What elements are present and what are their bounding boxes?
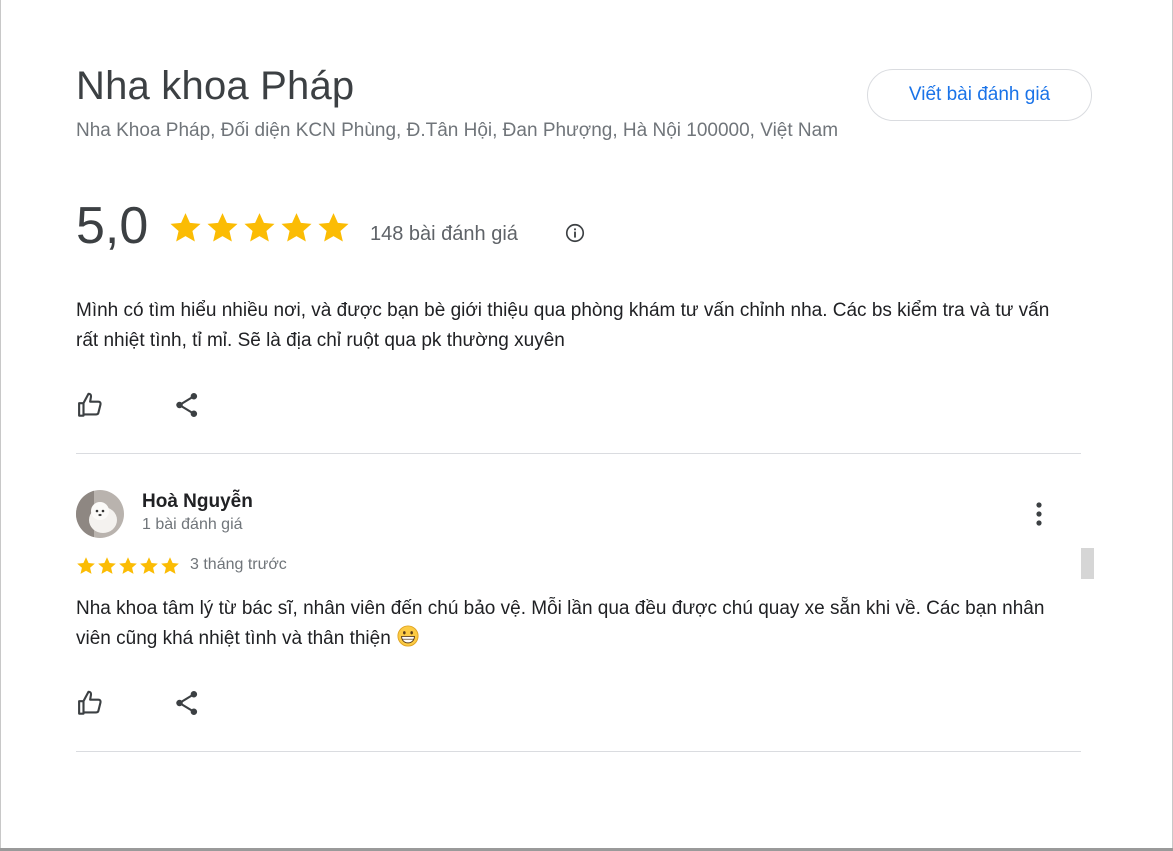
star-icon [281,213,312,242]
grinning-face-emoji-icon [397,625,419,647]
average-rating: 5,0 [76,197,149,255]
place-address: Nha Khoa Pháp, Đối diện KCN Phùng, Đ.Tân… [76,120,839,141]
review-text: Nha khoa tâm lý từ bác sĩ, nhân viên đến… [76,598,1045,649]
share-icon[interactable] [172,688,202,718]
review-text-container: Nha khoa tâm lý từ bác sĩ, nhân viên đến… [76,594,1061,654]
star-icon [119,557,137,574]
avatar[interactable] [76,490,124,538]
write-review-button[interactable]: Viết bài đánh giá [867,69,1092,121]
avatar-image [76,490,124,538]
review-stars [76,556,180,576]
review-divider [76,453,1081,454]
review-time: 3 tháng trước [190,556,287,573]
more-vertical-icon[interactable] [1027,500,1051,528]
star-icon [170,213,201,242]
scrollbar-thumb[interactable] [1081,548,1094,579]
star-icon [161,557,179,574]
thumbs-up-icon[interactable] [76,688,106,718]
star-icon [318,213,349,242]
star-icon [140,557,158,574]
reviewer-name[interactable]: Hoà Nguyễn [142,491,253,513]
star-icon [98,557,116,574]
info-icon[interactable] [564,222,586,244]
star-icon [77,557,95,574]
review-text: Mình có tìm hiểu nhiều nơi, và được bạn … [76,300,1050,351]
total-review-count: 148 bài đánh giá [370,223,518,245]
thumbs-up-icon[interactable] [76,390,106,420]
star-icon [244,213,275,242]
star-icon [207,213,238,242]
reviewer-review-count: 1 bài đánh giá [142,516,243,533]
place-title: Nha khoa Pháp [76,64,355,108]
average-stars [168,211,351,245]
share-icon[interactable] [172,390,202,420]
review-divider [76,751,1081,752]
